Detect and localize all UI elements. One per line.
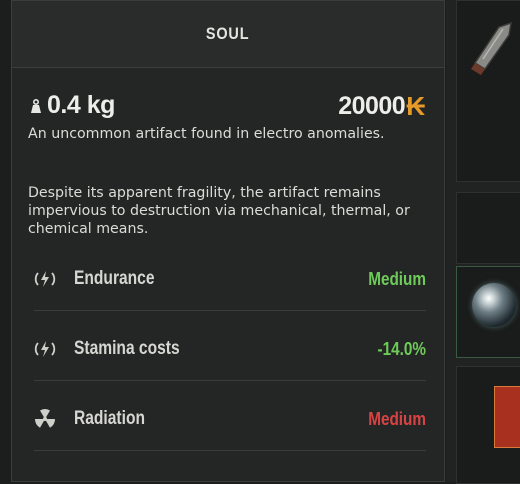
- divider: [34, 380, 426, 381]
- medkit-icon[interactable]: [494, 386, 520, 448]
- item-lore: Despite its apparent fragility, the arti…: [28, 185, 410, 237]
- radiation-icon: [34, 409, 56, 428]
- stat-row-radiation: Radiation Medium: [34, 395, 426, 443]
- divider: [34, 450, 426, 451]
- artifact-orb-icon[interactable]: [472, 283, 516, 327]
- stat-value: Medium: [368, 408, 426, 429]
- stat-label: Radiation: [74, 408, 145, 429]
- item-tooltip: SOUL 0.4 kg 20000 ₭ An uncommon artifact…: [11, 0, 445, 482]
- item-weight: 0.4 kg: [47, 91, 115, 119]
- weight-display: 0.4 kg: [29, 91, 115, 120]
- divider: [34, 310, 426, 311]
- stat-row-endurance: Endurance Medium: [34, 255, 426, 303]
- currency-icon: ₭: [406, 91, 425, 121]
- stat-label: Endurance: [74, 268, 155, 289]
- inventory-slot[interactable]: [456, 192, 520, 264]
- price-display: 20000 ₭: [338, 91, 425, 122]
- electro-icon: [34, 271, 56, 287]
- knife-icon: [471, 21, 512, 75]
- stat-value: -14.0%: [377, 338, 426, 359]
- tooltip-header: SOUL: [12, 1, 444, 68]
- stat-value: Medium: [368, 268, 426, 289]
- item-description: An uncommon artifact found in electro an…: [28, 126, 385, 142]
- stat-label: Stamina costs: [74, 338, 180, 359]
- weight-icon: [31, 98, 41, 113]
- stat-row-stamina-costs: Stamina costs -14.0%: [34, 325, 426, 373]
- item-title: SOUL: [206, 24, 250, 43]
- electro-icon: [34, 341, 56, 357]
- item-price: 20000: [338, 92, 406, 120]
- inventory-slot[interactable]: [456, 0, 520, 182]
